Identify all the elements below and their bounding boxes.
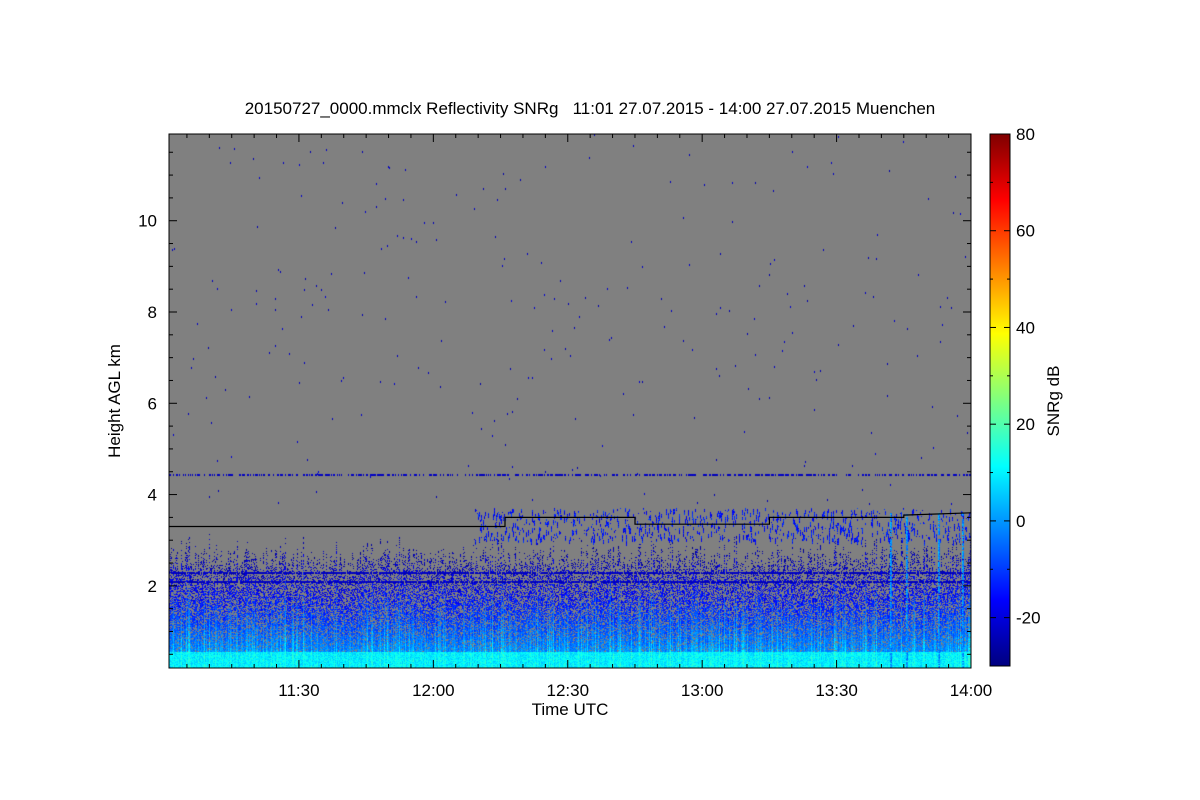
y-tick-label: 4 <box>148 486 157 505</box>
x-tick-label: 13:00 <box>681 681 724 700</box>
x-tick-label: 14:00 <box>950 681 993 700</box>
x-tick-label: 13:30 <box>815 681 858 700</box>
colorbar-tick-label: 0 <box>1016 512 1025 531</box>
x-tick-label: 12:00 <box>412 681 455 700</box>
colorbar <box>989 133 1011 667</box>
colorbar-label: SNRg dB <box>1044 366 1063 437</box>
colorbar-tick-label: -20 <box>1016 609 1041 628</box>
x-tick-label: 11:30 <box>278 681 319 700</box>
reflectivity-heatmap-chart: 20150727_0000.mmclx Reflectivity SNRg 11… <box>105 99 1063 719</box>
chart-title: 20150727_0000.mmclx Reflectivity SNRg 11… <box>245 99 936 118</box>
x-tick-label: 12:30 <box>546 681 589 700</box>
colorbar-tick-label: 80 <box>1016 125 1035 144</box>
colorbar-tick-label: 60 <box>1016 222 1035 241</box>
y-tick-label: 8 <box>148 303 157 322</box>
y-tick-label: 10 <box>138 212 157 231</box>
y-axis-label: Height AGL km <box>105 344 124 458</box>
x-axis-label: Time UTC <box>532 700 609 719</box>
heatmap-raster <box>169 134 971 668</box>
colorbar-tick-label: 40 <box>1016 318 1035 337</box>
y-tick-label: 6 <box>148 394 157 413</box>
y-tick-label: 2 <box>148 577 157 596</box>
colorbar-tick-label: 20 <box>1016 415 1035 434</box>
